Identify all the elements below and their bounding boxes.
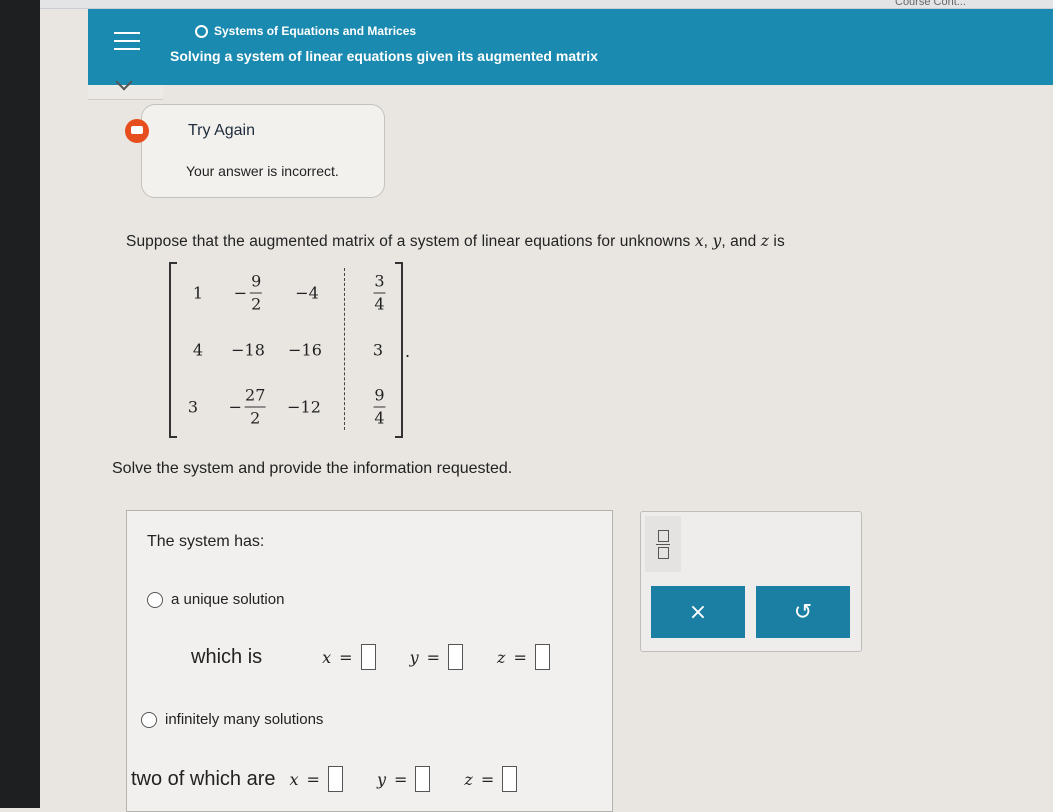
feedback-message: Your answer is incorrect.	[186, 163, 339, 179]
radio-unique[interactable]	[147, 591, 163, 608]
option-unique-label: a unique solution	[171, 591, 285, 608]
which-is-label: which is	[191, 645, 263, 668]
page-title: Solving a system of linear equations giv…	[170, 48, 598, 64]
course-content-link[interactable]: Course Cont...	[895, 0, 966, 8]
option-infinite-label: infinitely many solutions	[165, 711, 324, 728]
tool-panel: × ↺	[640, 511, 862, 652]
matrix-r1-c2: − 92	[233, 271, 263, 314]
topic-text: Systems of Equations and Matrices	[214, 24, 417, 38]
topic-circle-icon	[195, 24, 208, 38]
unique-y-input[interactable]	[448, 644, 464, 670]
undo-button[interactable]: ↺	[756, 586, 850, 638]
answer-prompt: The system has:	[147, 533, 265, 550]
matrix-r3-c4: 94	[373, 385, 386, 428]
instruction-text: Solve the system and provide the informa…	[112, 460, 513, 477]
matrix-r3-c3: −12	[287, 397, 321, 417]
infinite-solution-row: two of which are x = y = z =	[131, 766, 518, 792]
browser-top-strip: Course Cont...	[40, 0, 1053, 9]
augmented-matrix: 1 − 92 −4 34 4 −18 −16 3 3 − 27 2 −12 94 …	[169, 262, 411, 438]
matrix-r2-c2: −18	[231, 340, 265, 360]
option-infinitely-many[interactable]: infinitely many solutions	[141, 711, 323, 728]
question-text: Suppose that the augmented matrix of a s…	[126, 232, 785, 250]
matrix-right-bracket	[395, 262, 403, 438]
matrix-r3-c2: − 27 2	[228, 385, 266, 428]
menu-icon[interactable]	[114, 28, 140, 52]
infinite-x-input[interactable]	[327, 766, 343, 792]
two-of-which-label: two of which are	[131, 767, 276, 790]
feedback-title: Try Again	[188, 122, 255, 139]
fraction-button[interactable]	[645, 516, 681, 572]
matrix-r1-c1: 1	[192, 283, 204, 303]
matrix-left-bracket	[169, 262, 177, 438]
answer-panel: The system has: a unique solution which …	[126, 510, 613, 812]
option-unique-solution[interactable]: a unique solution	[147, 591, 284, 608]
matrix-r2-c3: −16	[288, 340, 322, 360]
matrix-r2-c4: 3	[372, 340, 384, 360]
clear-button[interactable]: ×	[651, 586, 745, 638]
augment-divider	[344, 268, 345, 430]
matrix-r1-c4: 34	[373, 271, 386, 314]
screen-bezel	[0, 0, 40, 808]
matrix-period: .	[405, 342, 411, 361]
matrix-r3-c1: 3	[187, 397, 199, 417]
unique-solution-row: which is x = y = z =	[191, 644, 550, 670]
unique-z-input[interactable]	[534, 644, 550, 670]
unique-x-input[interactable]	[360, 644, 376, 670]
matrix-r2-c1: 4	[192, 340, 204, 360]
matrix-r1-c3: −4	[295, 283, 319, 303]
page-header: Systems of Equations and Matrices Solvin…	[88, 9, 1053, 85]
topic-label: Systems of Equations and Matrices	[195, 24, 416, 38]
infinite-z-input[interactable]	[502, 766, 518, 792]
feedback-chat-icon	[125, 119, 149, 143]
feedback-box: Try Again Your answer is incorrect.	[125, 104, 385, 198]
radio-infinite[interactable]	[141, 711, 157, 728]
infinite-y-input[interactable]	[415, 766, 431, 792]
